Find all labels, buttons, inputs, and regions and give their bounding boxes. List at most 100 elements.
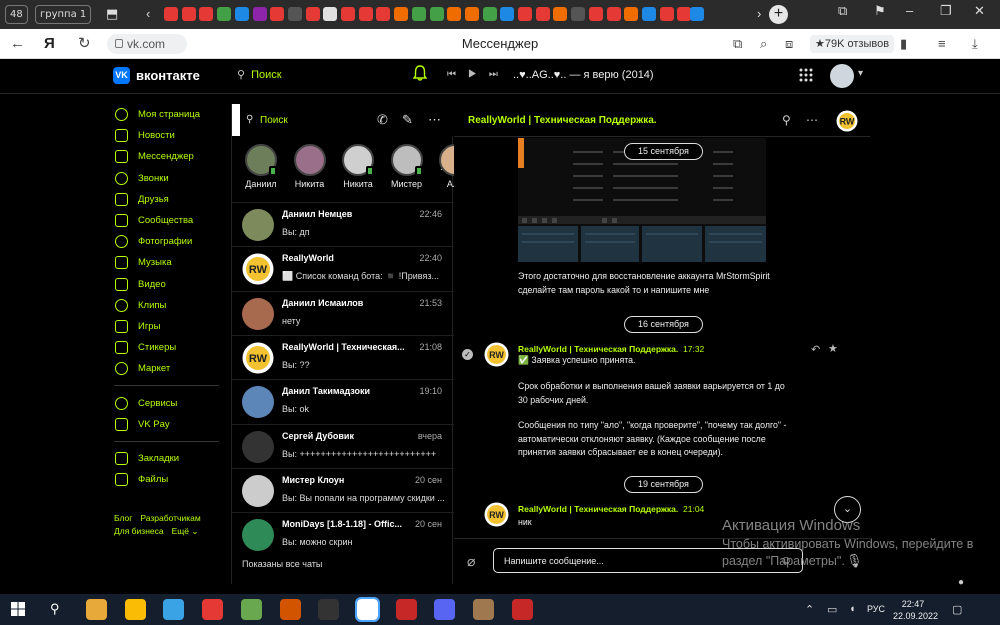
taskbar-app-icon[interactable] <box>511 599 533 620</box>
close-window-icon[interactable]: ✕ <box>974 3 985 19</box>
pinned-tab-icon[interactable] <box>234 7 249 21</box>
nav-item[interactable]: Друзья <box>112 189 222 210</box>
bell-icon[interactable] <box>413 65 427 81</box>
chat-row[interactable]: Даниил Немцев 22:46 Вы: дп <box>232 202 454 246</box>
nav-item[interactable]: Файлы <box>112 469 222 490</box>
pinned-tab-icon[interactable] <box>323 7 338 21</box>
pinned-tab-icon[interactable] <box>411 7 426 21</box>
minimize-icon[interactable]: – <box>906 3 913 18</box>
story-item[interactable]: Никита <box>285 144 335 189</box>
pinned-tab-icon[interactable] <box>287 7 302 21</box>
message-author[interactable]: ReallyWorld | Техническая Поддержка. <box>518 344 678 354</box>
call-icon[interactable]: ✆ <box>377 112 388 128</box>
pinned-tab-icon[interactable] <box>500 7 515 21</box>
vk-brand[interactable]: вконтакте <box>136 68 200 83</box>
footer-more[interactable]: Ещё ⌄ <box>172 526 199 536</box>
notifications-icon[interactable]: ▢ <box>952 603 962 616</box>
profile-avatar[interactable] <box>830 64 863 88</box>
reply-icon[interactable]: ↶ <box>811 343 820 356</box>
nav-item[interactable]: Клипы <box>112 295 222 316</box>
pinned-tab-icon[interactable] <box>252 7 267 21</box>
nav-item[interactable]: Моя страница <box>112 104 222 125</box>
new-tab-button[interactable]: + <box>769 5 788 24</box>
message-author[interactable]: ReallyWorld | Техническая Поддержка. <box>518 504 678 514</box>
story-item[interactable]: Даниил <box>236 144 286 189</box>
nav-item[interactable]: Звонки <box>112 168 222 189</box>
pinned-tab-icon[interactable] <box>305 7 320 21</box>
apps-grid-icon[interactable] <box>799 68 813 82</box>
taskbar-app-icon[interactable] <box>434 599 456 620</box>
taskbar-app-icon[interactable] <box>124 599 146 620</box>
nav-item[interactable]: Мессенджер <box>112 146 222 167</box>
translate-icon[interactable]: ⌕ <box>760 35 767 53</box>
screen-capture-icon[interactable]: ⧉ <box>733 35 742 53</box>
more-icon[interactable]: ⋯ <box>428 112 441 128</box>
windows-start-icon[interactable] <box>11 602 25 616</box>
pinned-tab-icon[interactable] <box>358 7 373 21</box>
vk-search[interactable]: ⚲ Поиск <box>237 68 282 81</box>
yandex-icon[interactable]: Я <box>44 35 55 53</box>
pinned-tab-icon[interactable] <box>217 7 232 21</box>
pinned-tab-icon[interactable] <box>376 7 391 21</box>
footer-blog[interactable]: Блог <box>114 513 132 523</box>
network-icon[interactable]: ▭ <box>827 603 837 616</box>
pinned-tab-icon[interactable] <box>518 7 532 21</box>
pinned-tab-icon[interactable] <box>624 7 639 21</box>
story-item[interactable]: Але <box>430 144 454 189</box>
pinned-tab-icon[interactable] <box>553 7 568 21</box>
footer-developers[interactable]: Разработчикам <box>140 513 200 523</box>
nav-item[interactable]: Игры <box>112 316 222 337</box>
chat-bubble-icon[interactable]: ● <box>958 577 964 588</box>
nav-item[interactable]: Стикеры <box>112 337 222 358</box>
nav-item[interactable]: Закладки <box>112 448 222 469</box>
vk-logo-icon[interactable]: VK <box>113 67 130 84</box>
collections-icon[interactable]: ⬒ <box>106 6 118 22</box>
pinned-tab-icon[interactable] <box>535 7 550 21</box>
volume-icon[interactable]: ◖ <box>849 603 856 615</box>
pinned-tab-icon[interactable] <box>641 7 656 21</box>
chat-row[interactable]: Даниил Исмаилов 21:53 нету <box>232 290 454 335</box>
restore-icon[interactable]: ❐ <box>940 3 952 19</box>
tray-expand-icon[interactable]: ⌃ <box>805 603 814 616</box>
chat-row[interactable]: Мистер Клоун 20 сен Вы: Вы попали на прогр… <box>232 467 454 512</box>
pinned-tab-icon[interactable] <box>606 7 621 21</box>
search-icon[interactable]: ⚲ <box>50 601 60 617</box>
tab-counter-badge[interactable]: 48 <box>5 5 28 24</box>
language-indicator[interactable]: РУС <box>867 604 885 614</box>
chat-row[interactable]: RW ReallyWorld 22:40 ⬜ Список команд бота: … <box>232 246 454 290</box>
nav-item[interactable]: Сервисы <box>112 392 222 413</box>
pinned-tab-icon[interactable] <box>464 7 479 21</box>
pinned-tab-icon[interactable] <box>199 7 214 21</box>
message-author-avatar[interactable]: RW <box>484 342 509 367</box>
chat-row[interactable]: Сергей Дубовик вчера Вы: +++++++++++++++++… <box>232 423 454 468</box>
conversation-title[interactable]: ReallyWorld | Техническая Поддержка. <box>468 115 657 126</box>
tabs-count-icon[interactable]: ⧈ <box>785 35 793 53</box>
pinned-tab-icon[interactable] <box>270 7 285 21</box>
now-playing-track[interactable]: ..♥..AG..♥.. — я верю (2014) <box>513 69 654 81</box>
pinned-tab-icon[interactable] <box>429 7 444 21</box>
search-icon[interactable]: ⚲ <box>782 113 791 127</box>
nav-item[interactable]: Новости <box>112 125 222 146</box>
pinned-tab-icon[interactable] <box>181 7 196 21</box>
taskbar-app-icon[interactable] <box>318 599 340 620</box>
tabs-scroll-left-icon[interactable]: ‹ <box>146 6 150 22</box>
bookmark-page-icon[interactable]: ▮ <box>900 35 907 53</box>
chat-row[interactable]: RW ReallyWorld | Техническая... 21:08 Вы: ?… <box>232 334 454 379</box>
chat-row[interactable]: MoniDays [1.8-1.18] - Offic... 20 сен Вы: … <box>232 512 454 556</box>
nav-item[interactable]: Сообщества <box>112 210 222 231</box>
active-tab-messenger-icon[interactable] <box>690 7 704 21</box>
attach-icon[interactable]: ⌀ <box>467 553 475 570</box>
bookmark-icon[interactable]: ⚑ <box>874 3 886 19</box>
taskbar-app-icon[interactable] <box>202 599 224 620</box>
reviews-badge[interactable]: ★79K отзывов <box>810 35 895 53</box>
pinned-tab-icon[interactable] <box>164 7 178 21</box>
nav-item[interactable]: Фотографии <box>112 231 222 252</box>
tab-group-button[interactable]: группа 1 <box>35 5 92 24</box>
chat-search[interactable]: ⚲ Поиск ✆ ✎ ⋯ <box>232 104 454 136</box>
story-item[interactable]: Никита <box>333 144 383 189</box>
download-icon[interactable]: ⤓ <box>972 35 978 53</box>
pinned-tab-icon[interactable] <box>571 7 586 21</box>
back-icon[interactable]: ← <box>10 35 25 53</box>
nav-item[interactable]: Музыка <box>112 252 222 273</box>
taskbar-app-icon[interactable] <box>473 599 494 620</box>
